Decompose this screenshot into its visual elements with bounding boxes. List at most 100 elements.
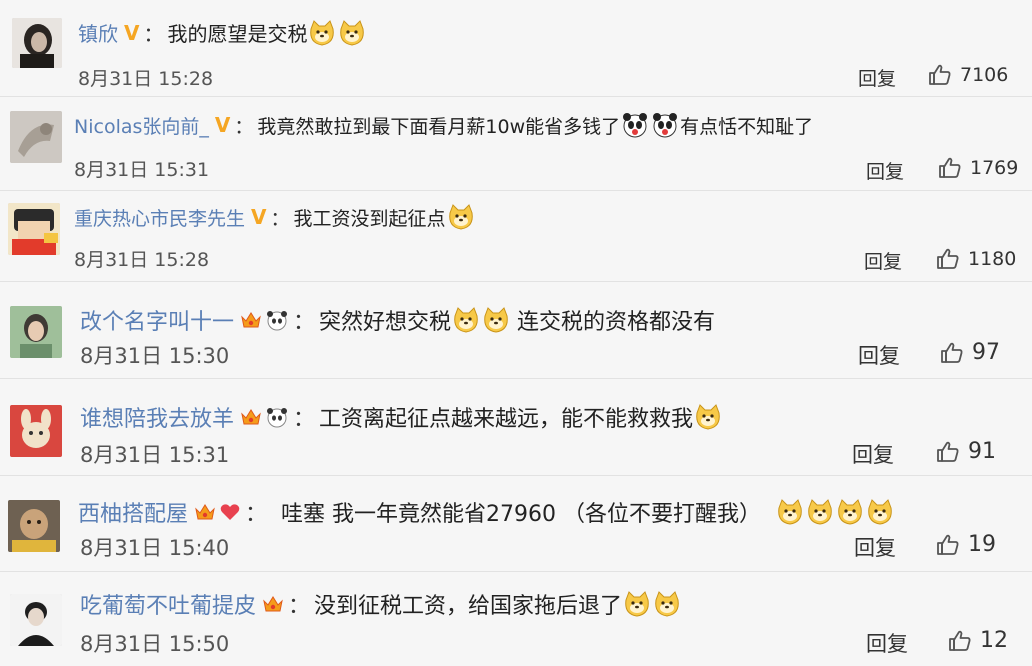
username[interactable]: Nicolas张向前_ [74,112,209,139]
comment-text: 我竟然敢拉到最下面看月薪10w能省多钱了 [257,115,621,138]
like-button[interactable]: 1769 [938,156,1018,180]
like-button[interactable]: 12 [948,628,1008,653]
timestamp: 8月31日 15:50 [80,632,230,656]
like-button[interactable]: 97 [940,340,1000,365]
avatar[interactable] [8,203,60,255]
emoji-group [693,403,723,431]
comment-text: 哇塞 我一年竟然能省27960 （各位不要打醒我） [281,502,762,527]
reply-button[interactable]: 回复 [852,439,894,469]
avatar[interactable] [10,405,62,457]
username[interactable]: 西柚搭配屋 [78,496,188,528]
avatar[interactable] [10,306,62,358]
crown-icon [262,593,284,615]
username[interactable]: 吃葡萄不吐葡提皮 [80,588,256,620]
timestamp: 8月31日 15:31 [80,443,230,467]
colon: ： [293,407,316,432]
crown-icon [194,501,216,523]
colon: ： [245,502,268,527]
comment-item: 重庆热心市民李先生 V ： 我工资没到起征点 8月31日 15:28 回复 11… [0,191,1032,281]
doge-emoji-icon [482,306,510,334]
comment-line: 谁想陪我去放羊 ： 工资离起征点越来越远，能不能救救我 [80,401,723,433]
emoji-group [775,498,895,526]
doge-emoji-icon [308,19,336,47]
username[interactable]: 改个名字叫十一 [80,304,234,336]
comment-line: 西柚搭配屋 ： 哇塞 我一年竟然能省27960 （各位不要打醒我） [78,496,895,528]
avatar[interactable] [10,111,62,163]
comment-text: 工资离起征点越来越远，能不能救救我 [319,407,694,432]
avatar[interactable] [12,18,62,68]
comment-line: 吃葡萄不吐葡提皮 ： 没到征税工资，给国家拖后退了 [80,588,682,620]
doge-emoji-icon [623,590,651,618]
doge-emoji-icon [866,498,894,526]
doge-emoji-icon [653,590,681,618]
username[interactable]: 重庆热心市民李先生 [74,204,245,231]
panda-icon [265,309,289,331]
emoji-group [620,111,680,139]
timestamp: 8月31日 15:30 [80,344,230,368]
reply-button[interactable]: 回复 [864,247,902,274]
comment-item: 镇欣 V ： 我的愿望是交税 8月31日 15:28 回复 7106 [0,0,1032,96]
thumbs-up-icon [936,247,968,271]
like-button[interactable]: 1180 [936,247,1016,271]
thumbs-up-icon [938,156,970,180]
colon: ： [270,207,290,230]
like-count: 7106 [960,64,1009,86]
comment-text: 突然好想交税 [319,310,452,335]
like-count: 91 [968,439,996,464]
emoji-group [622,590,682,618]
comment-item: 谁想陪我去放羊 ： 工资离起征点越来越远，能不能救救我 8月31日 15:31 … [0,379,1032,475]
username[interactable]: 镇欣 [78,18,118,47]
comment-text: 我工资没到起征点 [293,207,446,230]
emoji-group [451,306,511,334]
doge-emoji-icon [694,403,722,431]
comment-item: 改个名字叫十一 ： 突然好想交税 连交税的资格都没有 8月31日 15:30 回… [0,282,1032,378]
comment-line: 重庆热心市民李先生 V ： 我工资没到起征点 [74,203,476,231]
like-button[interactable]: 91 [936,439,996,464]
username[interactable]: 谁想陪我去放羊 [80,401,234,433]
avatar[interactable] [10,594,62,646]
doge-emoji-icon [452,306,480,334]
doge-emoji-icon [447,203,475,231]
reply-button[interactable]: 回复 [858,340,900,370]
comment-text: 我的愿望是交税 [167,22,308,46]
reply-button[interactable]: 回复 [866,628,908,658]
thumbs-up-icon [936,533,968,557]
shocked-panda-emoji-icon [621,111,649,139]
heart-icon [219,501,241,523]
doge-emoji-icon [776,498,804,526]
comment-line: 镇欣 V ： 我的愿望是交税 [78,18,367,47]
comment-item: 吃葡萄不吐葡提皮 ： 没到征税工资，给国家拖后退了 8月31日 15:50 回复… [0,572,1032,666]
v-badge-icon: V [251,205,267,229]
thumbs-up-icon [940,341,972,365]
doge-emoji-icon [338,19,366,47]
v-badge-icon: V [214,113,231,137]
colon: ： [234,115,254,138]
comment-text-after: 有点恬不知耻了 [680,115,814,138]
like-count: 19 [968,532,996,557]
colon: ： [293,310,316,335]
doge-emoji-icon [806,498,834,526]
comment-line: 改个名字叫十一 ： 突然好想交税 连交税的资格都没有 [80,304,715,336]
like-count: 1769 [970,157,1019,179]
comment-text: 没到征税工资，给国家拖后退了 [314,594,623,619]
timestamp: 8月31日 15:40 [80,536,230,560]
like-button[interactable]: 19 [936,532,996,557]
timestamp: 8月31日 15:31 [74,159,210,181]
like-count: 12 [980,628,1008,653]
colon: ： [288,594,311,619]
reply-button[interactable]: 回复 [866,157,904,184]
emoji-group [307,19,367,47]
thumbs-up-icon [928,63,960,87]
like-count: 97 [972,340,1000,365]
thumbs-up-icon [936,440,968,464]
colon: ： [143,22,164,46]
avatar[interactable] [8,500,60,552]
emoji-group [446,203,476,231]
doge-emoji-icon [836,498,864,526]
v-badge-icon: V [124,20,140,45]
like-button[interactable]: 7106 [928,63,1008,87]
comment-item: 西柚搭配屋 ： 哇塞 我一年竟然能省27960 （各位不要打醒我） 8月31日 … [0,476,1032,571]
reply-button[interactable]: 回复 [858,64,896,91]
comment-item: Nicolas张向前_ V ： 我竟然敢拉到最下面看月薪10w能省多钱了 有点恬… [0,97,1032,190]
reply-button[interactable]: 回复 [854,532,896,562]
